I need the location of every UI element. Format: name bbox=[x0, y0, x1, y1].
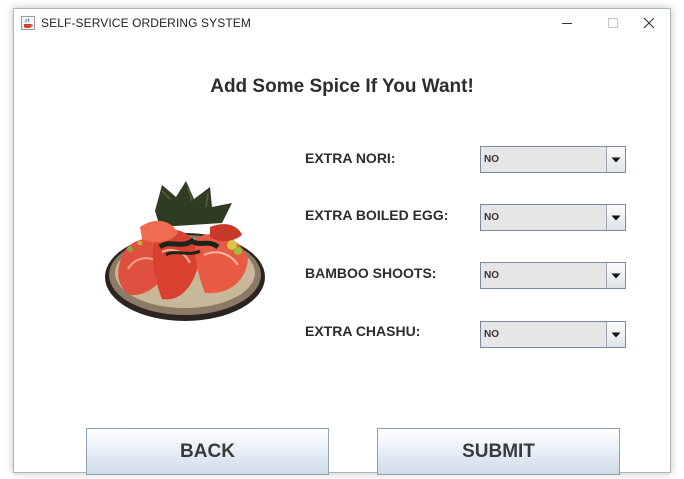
close-button[interactable] bbox=[626, 9, 672, 37]
dropdown-arrow-button[interactable] bbox=[606, 322, 625, 347]
dropdown-arrow-button[interactable] bbox=[606, 147, 625, 172]
page-heading: Add Some Spice If You Want! bbox=[210, 76, 474, 97]
minimize-button[interactable] bbox=[544, 9, 590, 37]
extra-boiled-egg-value: NO bbox=[484, 212, 499, 223]
bamboo-shoots-select[interactable]: NO bbox=[480, 262, 626, 289]
extra-chashu-value: NO bbox=[484, 329, 499, 340]
triangle-down-icon bbox=[611, 215, 621, 220]
back-button[interactable]: BACK bbox=[86, 428, 329, 475]
app-window: SELF-SERVICE ORDERING SYSTEM Add Some Sp… bbox=[13, 8, 671, 475]
dropdown-arrow-button[interactable] bbox=[606, 205, 625, 230]
dropdown-arrow-button[interactable] bbox=[606, 263, 625, 288]
content-panel: Add Some Spice If You Want! EXTRA NORI: … bbox=[14, 37, 670, 475]
java-coffee-cup-icon bbox=[21, 16, 35, 30]
submit-button[interactable]: SUBMIT bbox=[377, 428, 620, 475]
close-icon bbox=[643, 17, 655, 29]
title-bar[interactable]: SELF-SERVICE ORDERING SYSTEM bbox=[14, 9, 670, 37]
extra-nori-select[interactable]: NO bbox=[480, 146, 626, 173]
window-title: SELF-SERVICE ORDERING SYSTEM bbox=[41, 16, 251, 30]
extra-nori-label: EXTRA NORI: bbox=[305, 150, 396, 166]
ramen-bowl-image bbox=[105, 181, 265, 321]
triangle-down-icon bbox=[611, 273, 621, 278]
extra-nori-value: NO bbox=[484, 154, 499, 165]
extra-boiled-egg-label: EXTRA BOILED EGG: bbox=[305, 207, 449, 223]
triangle-down-icon bbox=[611, 157, 621, 162]
triangle-down-icon bbox=[611, 332, 621, 337]
maximize-icon bbox=[608, 18, 618, 28]
bamboo-shoots-label: BAMBOO SHOOTS: bbox=[305, 265, 437, 281]
bamboo-shoots-value: NO bbox=[484, 270, 499, 281]
extra-boiled-egg-select[interactable]: NO bbox=[480, 204, 626, 231]
extra-chashu-select[interactable]: NO bbox=[480, 321, 626, 348]
minimize-icon bbox=[562, 23, 572, 24]
extra-chashu-label: EXTRA CHASHU: bbox=[305, 323, 421, 339]
